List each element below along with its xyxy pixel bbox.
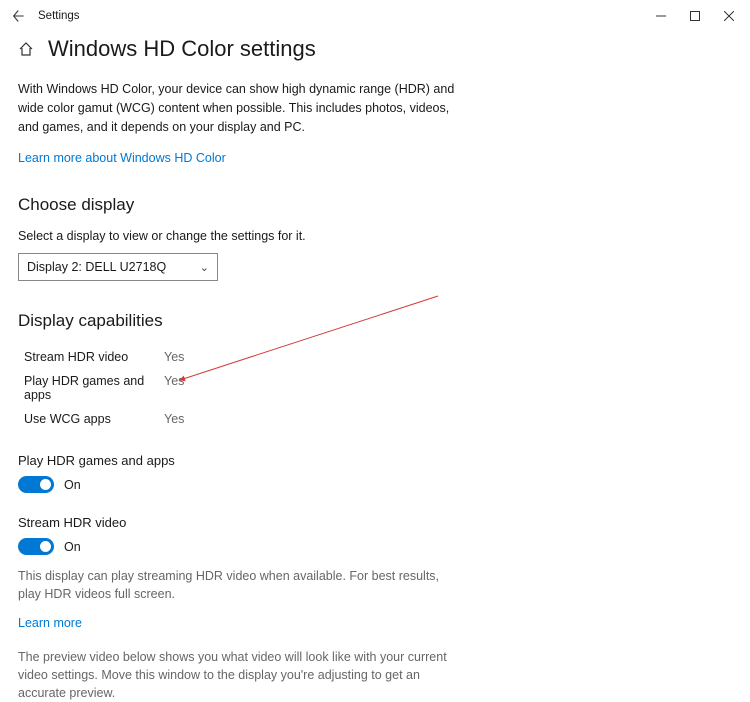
maximize-icon [690,11,700,21]
capabilities-table: Stream HDR video Yes Play HDR games and … [18,345,732,431]
stream-hdr-state: On [64,540,81,554]
content-area: Windows HD Color settings With Windows H… [0,32,750,702]
stream-hdr-description: This display can play streaming HDR vide… [18,567,458,603]
capability-value: Yes [164,412,184,426]
minimize-button[interactable] [644,2,678,30]
window-title: Settings [38,10,80,22]
capability-label: Play HDR games and apps [24,374,164,402]
capability-row: Use WCG apps Yes [18,407,732,431]
play-hdr-state: On [64,478,81,492]
intro-text: With Windows HD Color, your device can s… [18,80,468,136]
play-hdr-toggle[interactable] [18,476,54,493]
capability-row: Stream HDR video Yes [18,345,732,369]
home-icon [18,41,34,57]
preview-description: The preview video below shows you what v… [18,648,468,702]
close-button[interactable] [712,2,746,30]
home-button[interactable] [18,41,34,57]
arrow-left-icon [11,9,25,23]
capability-value: Yes [164,374,184,402]
choose-display-subtext: Select a display to view or change the s… [18,229,732,243]
back-button[interactable] [8,6,28,26]
learn-more-hd-color-link[interactable]: Learn more about Windows HD Color [18,151,226,165]
capability-value: Yes [164,350,184,364]
display-capabilities-heading: Display capabilities [18,311,732,331]
stream-hdr-toggle[interactable] [18,538,54,555]
display-select-value: Display 2: DELL U2718Q [27,260,166,274]
capability-row: Play HDR games and apps Yes [18,369,732,407]
display-select[interactable]: Display 2: DELL U2718Q ⌄ [18,253,218,281]
stream-hdr-learn-more-link[interactable]: Learn more [18,616,82,630]
close-icon [724,11,734,21]
capability-label: Stream HDR video [24,350,164,364]
window-titlebar: Settings [0,0,750,32]
choose-display-heading: Choose display [18,195,732,215]
chevron-down-icon: ⌄ [200,261,209,274]
minimize-icon [656,11,666,21]
page-title: Windows HD Color settings [48,36,316,62]
stream-hdr-label: Stream HDR video [18,515,732,530]
maximize-button[interactable] [678,2,712,30]
capability-label: Use WCG apps [24,412,164,426]
play-hdr-label: Play HDR games and apps [18,453,732,468]
